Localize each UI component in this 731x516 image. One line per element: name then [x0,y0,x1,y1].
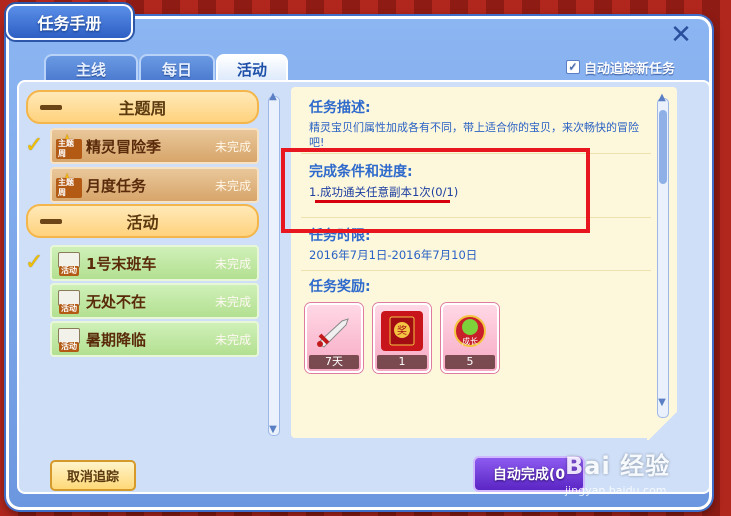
scroll-up-icon[interactable]: ▲ [656,93,668,103]
tab-event[interactable]: 活动 [216,54,288,82]
task-name: 无处不在 [86,292,147,311]
task-status: 未完成 [214,178,251,193]
reward-count: 5 [445,355,495,369]
close-icon[interactable]: ✕ [668,22,694,48]
task-status: 未完成 [214,332,251,347]
watermark-logo: Bai 经验 [565,452,671,480]
collapse-icon [40,218,62,224]
scroll-thumb[interactable] [659,110,667,184]
sword-icon [313,311,355,351]
checkbox-icon[interactable]: ✓ [566,60,580,74]
theme-week-badge-icon: ★ 主题周 [56,131,82,159]
watermark-url: jingyan.baidu.com [565,484,667,497]
svg-text:奖: 奖 [397,324,407,337]
divider [301,270,651,271]
rewards-title: 任务奖励: [309,279,371,295]
list-item[interactable]: ★ 主题周 精灵冒险季 未完成 [50,128,259,164]
collapse-icon [40,104,62,110]
tab-main[interactable]: 主线 [44,54,138,82]
task-status: 未完成 [214,294,251,309]
list-item[interactable]: 活动 无处不在 未完成 [50,283,259,319]
event-badge-icon: 活动 [56,250,82,276]
reward-count: 7天 [309,355,359,369]
reward-slot[interactable]: 成长 5 [441,303,499,373]
list-item[interactable]: ★ 主题周 月度任务 未完成 [50,167,259,203]
event-badge-icon: 活动 [56,288,82,314]
list-item[interactable]: 活动 1号末班车 未完成 [50,245,259,281]
window-title: 任务手册 [6,4,133,40]
task-detail-panel: 任务描述: 精灵宝贝们属性加成各有不同，带上适合你的宝贝，来次畅快的冒险吧! 完… [291,87,679,440]
reward-slot[interactable]: 7天 [305,303,363,373]
reward-slot[interactable]: 奖 1 [373,303,431,373]
description-title: 任务描述: [309,100,371,116]
task-name: 月度任务 [86,176,147,195]
task-status: 未完成 [214,256,251,271]
auto-track-label: 自动追踪新任务 [584,61,676,77]
section-header-event[interactable]: 活动 [26,204,259,238]
cancel-track-button[interactable]: 取消追踪 [50,460,136,491]
red-highlight-annotation [281,148,590,233]
task-name: 1号末班车 [86,254,157,273]
task-status: 未完成 [214,139,251,154]
task-name: 暑期降临 [86,330,147,349]
red-envelope-icon: 奖 [381,311,423,351]
theme-week-badge-icon: ★ 主题周 [56,170,82,198]
task-list: 主题周 ✓ ★ 主题周 精灵冒险季 未完成 ★ 主题周 月度任务 未完成 活动 … [22,86,270,430]
reward-count: 1 [377,355,427,369]
scroll-down-icon[interactable]: ▼ [267,425,279,435]
section-label: 主题周 [118,99,167,118]
tab-daily[interactable]: 每日 [139,54,215,82]
section-label: 活动 [126,213,159,232]
list-item[interactable]: 活动 暑期降临 未完成 [50,321,259,357]
tracked-check-icon: ✓ [25,133,44,158]
description-text: 精灵宝贝们属性加成各有不同，带上适合你的宝贝，来次畅快的冒险吧! [309,121,639,149]
svg-text:成长: 成长 [462,336,478,346]
tracked-check-icon: ✓ [25,250,44,275]
section-header-theme-week[interactable]: 主题周 [26,90,259,124]
list-scrollbar[interactable] [268,96,280,436]
scroll-down-icon[interactable]: ▼ [656,398,668,408]
growth-fruit-icon: 成长 [449,311,491,351]
auto-track-toggle[interactable]: ✓ 自动追踪新任务 [566,58,676,77]
scroll-up-icon[interactable]: ▲ [267,92,279,102]
task-name: 精灵冒险季 [86,137,162,156]
time-text: 2016年7月1日-2016年7月10日 [309,248,478,262]
event-badge-icon: 活动 [56,326,82,352]
